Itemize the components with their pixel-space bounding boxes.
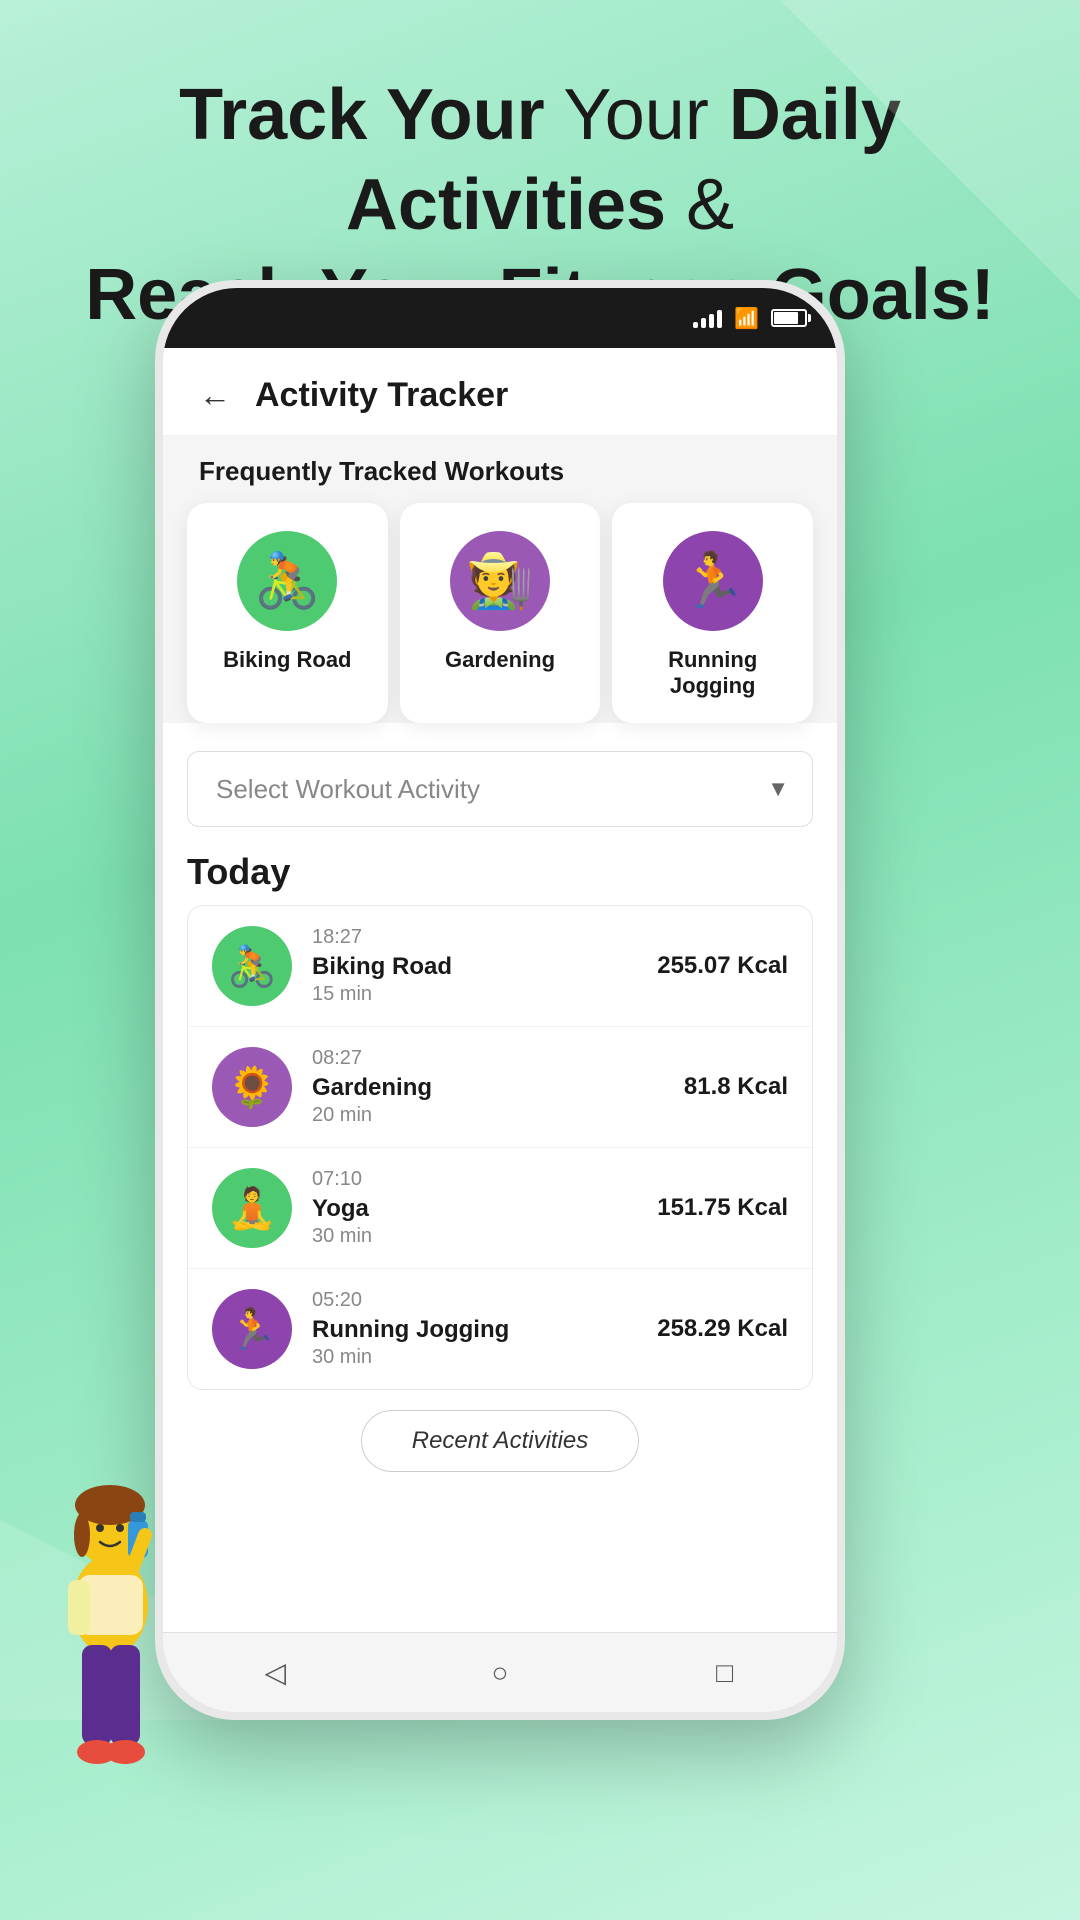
activity-biking-icon: 🚴 [212, 926, 292, 1006]
page-title: Activity Tracker [255, 376, 508, 415]
activity-gardening-calories: 81.8 Kcal [684, 1073, 788, 1101]
activity-yoga-details: 07:10 Yoga 30 min [312, 1168, 637, 1248]
activity-gardening-icon: 🌻 [212, 1047, 292, 1127]
workout-dropdown-wrapper: Select Workout Activity Biking Road Gard… [187, 751, 813, 827]
nav-back-button[interactable]: ◁ [245, 1643, 305, 1703]
status-icons: 📶 [693, 306, 807, 331]
activity-yoga-icon: 🧘 [212, 1168, 292, 1248]
wifi-icon: 📶 [734, 306, 759, 331]
activity-gardening-time: 08:27 [312, 1047, 664, 1070]
activity-running-name: Running Jogging [312, 1316, 637, 1344]
section-title: Frequently Tracked Workouts [187, 456, 813, 503]
app-content: ← Activity Tracker Frequently Tracked Wo… [163, 348, 837, 1712]
nav-home-button[interactable]: ○ [470, 1643, 530, 1703]
activity-yoga-name: Yoga [312, 1195, 637, 1223]
activity-biking-calories: 255.07 Kcal [657, 952, 788, 980]
activity-yoga-calories: 151.75 Kcal [657, 1194, 788, 1222]
signal-icon [693, 308, 722, 328]
today-label: Today [187, 851, 813, 893]
activity-running-details: 05:20 Running Jogging 30 min [312, 1289, 637, 1369]
activity-item-running[interactable]: 🏃 05:20 Running Jogging 30 min 258.29 Kc… [188, 1269, 812, 1389]
running-icon: 🏃 [663, 531, 763, 631]
workout-cards-list: 🚴 Biking Road 🧑‍🌾 Gardening 🏃 Running Jo… [187, 503, 813, 723]
battery-icon [771, 309, 807, 327]
activity-gardening-details: 08:27 Gardening 20 min [312, 1047, 664, 1127]
activity-biking-time: 18:27 [312, 926, 637, 949]
gardening-label: Gardening [445, 647, 555, 673]
activity-biking-name: Biking Road [312, 953, 637, 981]
activity-list: 🚴 18:27 Biking Road 15 min 255.07 Kcal 🌻 [187, 905, 813, 1390]
biking-label: Biking Road [223, 647, 351, 673]
activity-running-calories: 258.29 Kcal [657, 1315, 788, 1343]
activity-item-gardening[interactable]: 🌻 08:27 Gardening 20 min 81.8 Kcal [188, 1027, 812, 1148]
app-header: ← Activity Tracker [163, 348, 837, 436]
workout-card-running[interactable]: 🏃 Running Jogging [612, 503, 813, 723]
hero-your: Your [563, 75, 728, 155]
recent-activities-button[interactable]: Recent Activities [361, 1410, 640, 1472]
activity-yoga-time: 07:10 [312, 1168, 637, 1191]
recent-activities-wrapper: Recent Activities [187, 1390, 813, 1482]
frequently-tracked-section: Frequently Tracked Workouts 🚴 Biking Roa… [163, 436, 837, 723]
activity-gardening-name: Gardening [312, 1074, 664, 1102]
main-scroll-area: Select Workout Activity Biking Road Gard… [163, 723, 837, 1632]
biking-icon: 🚴 [237, 531, 337, 631]
activity-item-yoga[interactable]: 🧘 07:10 Yoga 30 min 151.75 Kcal [188, 1148, 812, 1269]
activity-running-icon: 🏃 [212, 1289, 292, 1369]
nav-recents-button[interactable]: □ [695, 1643, 755, 1703]
fitness-character [20, 1420, 200, 1820]
activity-running-duration: 30 min [312, 1346, 637, 1369]
status-bar: 📶 [163, 288, 837, 348]
activity-yoga-duration: 30 min [312, 1225, 637, 1248]
nav-bar: ◁ ○ □ [163, 1632, 837, 1712]
activity-gardening-duration: 20 min [312, 1104, 664, 1127]
phone-mockup: 📶 ← Activity Tracker Frequently Tracked … [155, 280, 845, 1720]
activity-biking-duration: 15 min [312, 983, 637, 1006]
hero-track: Track Your [179, 75, 545, 155]
running-label: Running Jogging [636, 647, 789, 699]
activity-running-time: 05:20 [312, 1289, 637, 1312]
hero-ampersand: & [686, 165, 734, 245]
workout-card-gardening[interactable]: 🧑‍🌾 Gardening [400, 503, 601, 723]
activity-item-biking[interactable]: 🚴 18:27 Biking Road 15 min 255.07 Kcal [188, 906, 812, 1027]
workout-card-biking[interactable]: 🚴 Biking Road [187, 503, 388, 723]
gardening-icon: 🧑‍🌾 [450, 531, 550, 631]
notch [400, 288, 600, 326]
workout-activity-select[interactable]: Select Workout Activity Biking Road Gard… [187, 751, 813, 827]
back-button[interactable]: ← [199, 377, 231, 414]
activity-biking-details: 18:27 Biking Road 15 min [312, 926, 637, 1006]
